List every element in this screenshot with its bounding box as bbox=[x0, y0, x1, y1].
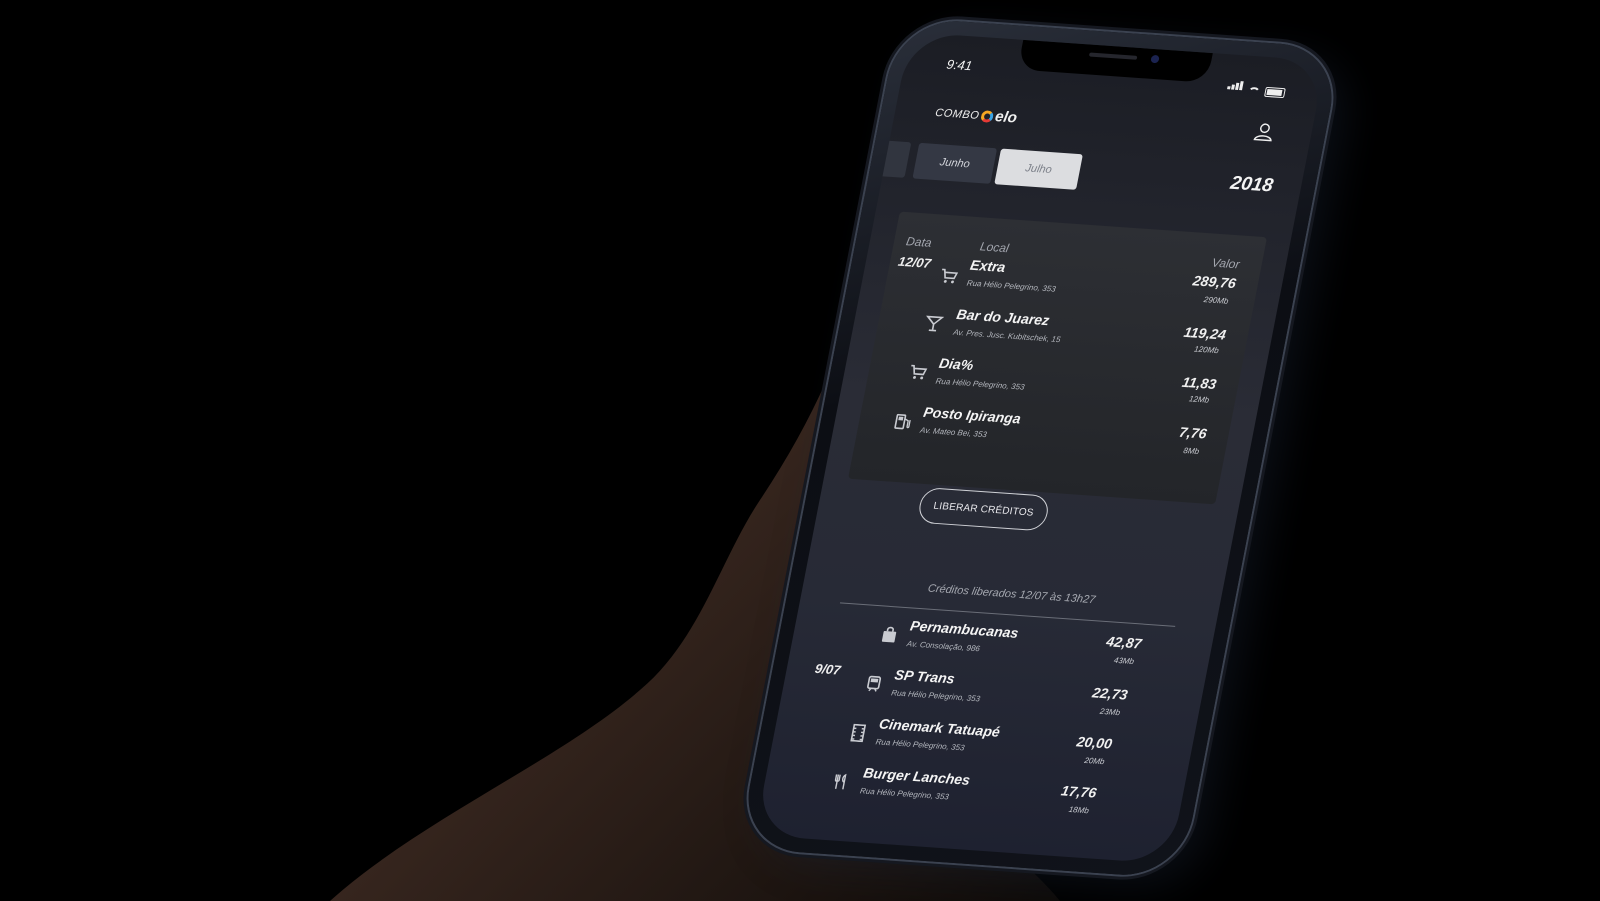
transaction-amount: 11,83 bbox=[1180, 373, 1218, 393]
merchant-address: Rua Hélio Pelegrino, 353 bbox=[859, 786, 950, 802]
status-time: 9:41 bbox=[945, 56, 974, 74]
header-value: Valor bbox=[1210, 255, 1241, 272]
restaurant-icon bbox=[834, 773, 847, 790]
merchant-name: Bar do Juarez bbox=[955, 305, 1051, 329]
battery-icon bbox=[1263, 86, 1286, 99]
brand-logo: COMBO elo bbox=[934, 104, 1019, 127]
merchant-name: Burger Lanches bbox=[862, 764, 972, 788]
transaction-amount: 42,87 bbox=[1105, 633, 1144, 652]
transaction-data-credit: 20Mb bbox=[1083, 755, 1106, 767]
transaction-amount: 20,00 bbox=[1075, 733, 1114, 752]
notch bbox=[1017, 39, 1213, 83]
tab-julho[interactable]: Julho bbox=[994, 148, 1083, 190]
transaction-amount: 289,76 bbox=[1191, 272, 1238, 292]
release-credits-button[interactable]: LIBERAR CRÉDITOS bbox=[916, 486, 1051, 532]
merchant-address: Av. Pres. Jusc. Kubitschek, 15 bbox=[952, 327, 1062, 345]
brand-combo-text: COMBO bbox=[934, 106, 981, 122]
transaction-data-credit: 8Mb bbox=[1182, 446, 1200, 457]
header-date: Data bbox=[904, 234, 933, 250]
merchant-address: Rua Hélio Pelegrino, 353 bbox=[966, 278, 1057, 294]
merchant-address: Av. Mateo Bei, 353 bbox=[919, 425, 988, 440]
merchant-name: Extra bbox=[968, 256, 1007, 276]
train-icon bbox=[867, 675, 882, 692]
transaction-data-credit: 43Mb bbox=[1113, 655, 1135, 667]
year-label[interactable]: 2018 bbox=[1229, 173, 1275, 198]
transaction-data-credit: 120Mb bbox=[1193, 344, 1220, 356]
month-tabs: Junho Julho 2018 bbox=[852, 138, 1304, 208]
tab-junho[interactable]: Junho bbox=[912, 142, 998, 184]
merchant-address: Av. Consolação, 986 bbox=[906, 639, 981, 654]
merchant-name: SP Trans bbox=[893, 666, 957, 687]
merchant-name: Pernambucanas bbox=[908, 617, 1020, 641]
elo-ring-icon bbox=[980, 109, 995, 123]
transaction-data-credit: 18Mb bbox=[1067, 804, 1090, 816]
wifi-icon bbox=[1247, 86, 1261, 97]
cocktail-icon bbox=[926, 315, 945, 332]
merchant-address: Rua Hélio Pelegrino, 353 bbox=[874, 737, 966, 753]
merchant-name: Posto Ipiranga bbox=[922, 403, 1023, 427]
status-icons bbox=[1226, 76, 1287, 99]
transaction-amount: 22,73 bbox=[1091, 684, 1130, 703]
cart-icon bbox=[941, 268, 959, 284]
transaction-data-credit: 290Mb bbox=[1203, 295, 1230, 306]
transaction-amount: 119,24 bbox=[1182, 323, 1228, 343]
transaction-amount: 7,76 bbox=[1177, 423, 1209, 442]
transaction-data-credit: 12Mb bbox=[1188, 394, 1210, 405]
merchant-name: Cinemark Tatuapé bbox=[877, 715, 1002, 740]
signal-icon bbox=[1226, 76, 1245, 95]
pending-transactions-card: Data Local Valor 12/07 Extra Rua Hélio P… bbox=[847, 211, 1267, 505]
brand-elo-text: elo bbox=[993, 108, 1019, 127]
header-local: Local bbox=[978, 239, 1011, 256]
user-profile-icon[interactable] bbox=[1251, 120, 1277, 143]
merchant-address: Rua Hélio Pelegrino, 353 bbox=[890, 688, 981, 704]
merchant-address: Rua Hélio Pelegrino, 353 bbox=[934, 376, 1026, 392]
transaction-amount: 17,76 bbox=[1059, 782, 1098, 801]
speaker bbox=[1088, 52, 1138, 60]
shopping-bag-icon bbox=[881, 626, 897, 643]
fuel-icon bbox=[894, 413, 911, 430]
film-icon bbox=[850, 723, 867, 743]
cart-icon bbox=[911, 364, 928, 380]
transaction-data-credit: 23Mb bbox=[1099, 706, 1121, 718]
released-credits-note: Créditos liberados 12/07 às 13h27 bbox=[926, 582, 1097, 607]
front-camera bbox=[1150, 54, 1160, 64]
merchant-name: Dia% bbox=[937, 354, 975, 374]
